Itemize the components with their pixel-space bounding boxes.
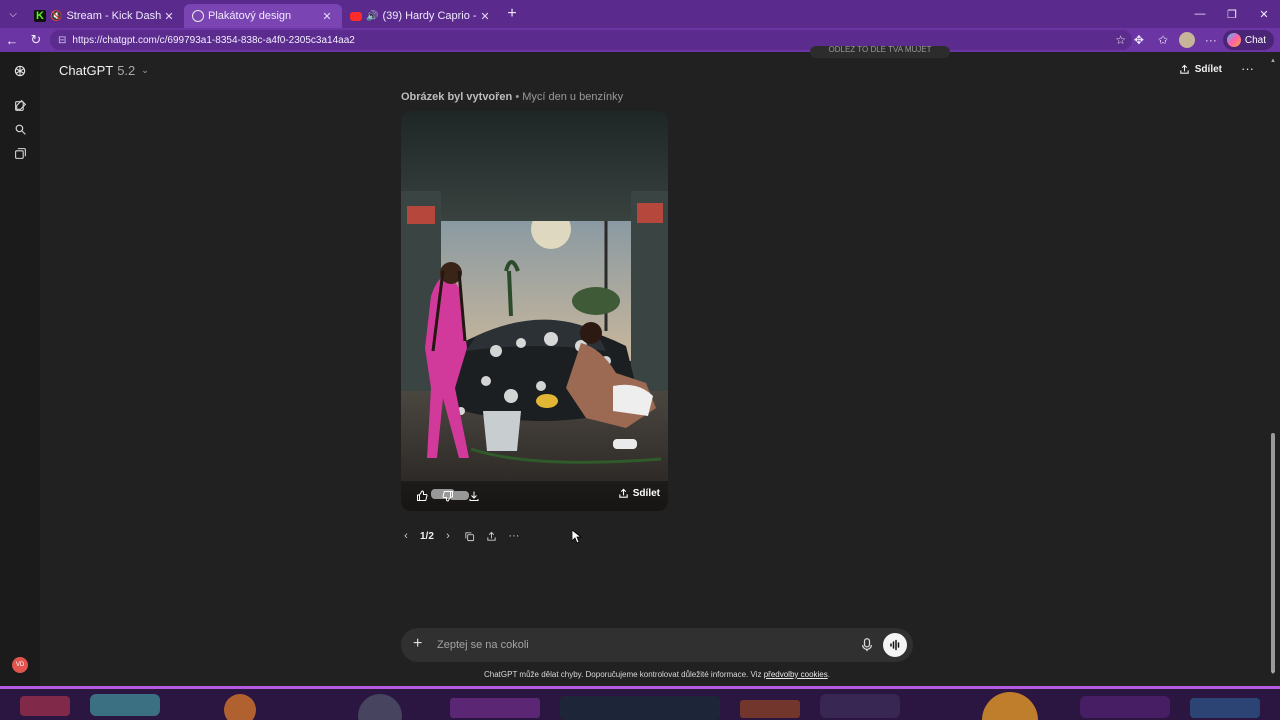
generated-image[interactable]: Sdílet [401,111,668,511]
chatgpt-favicon-icon [192,10,204,22]
chat-header: ODLEŽ TO DLE TVA MUJET ChatGPT 5.2 ⌄ Sdí… [40,46,1266,90]
tab-plakatovy-design[interactable]: Plakátový design ✕ [184,4,342,28]
waveform-icon [890,639,900,651]
search-icon[interactable] [12,121,28,137]
url-field[interactable]: ⊟ https://chatgpt.com/c/699793a1-8354-83… [50,30,1132,50]
share-upload-icon [619,488,628,498]
download-icon[interactable] [461,485,487,507]
message-composer[interactable]: + Zeptej se na cokoli [401,628,913,662]
previous-message-pill: ODLEŽ TO DLE TVA MUJET [810,46,950,58]
image-action-bar: Sdílet [401,481,668,511]
kick-favicon-icon: K [34,10,46,22]
back-arrow-icon[interactable]: ← [0,28,24,52]
share-button[interactable]: Sdílet [1179,64,1222,75]
desktop-wallpaper [0,686,1280,720]
favorites-icon[interactable]: ✩ [1151,33,1175,47]
copilot-label: Chat [1244,34,1266,46]
tab-kick-dashboard[interactable]: K 🔇 Stream - Kick Dashboard ✕ [26,4,184,28]
new-tab-plus-icon[interactable]: + [500,5,524,23]
model-version: 5.2 [117,63,136,78]
openai-logo-icon[interactable] [12,63,28,79]
tab-label: (39) Hardy Caprio - Best Life ( [382,10,478,22]
cookie-preferences-link[interactable]: předvolby cookies [764,670,828,679]
next-chevron-icon[interactable]: › [440,528,456,544]
microphone-icon[interactable] [859,636,875,654]
scrollbar-thumb[interactable] [1271,433,1275,673]
toolbar-extensions: ✥ ✩ ··· Chat [1127,28,1280,52]
chevron-down-icon: ⌄ [141,65,149,75]
image-share-button[interactable]: Sdílet [618,488,660,499]
share-upload-icon [1180,64,1189,74]
disclaimer-period: . [827,670,830,679]
browser-tab-bar: ⌵ K 🔇 Stream - Kick Dashboard ✕ Plakátov… [0,0,1280,28]
tab-label: Stream - Kick Dashboard [66,10,162,22]
more-actions-icon[interactable]: ··· [506,528,522,544]
disclaimer-text: ChatGPT může dělat chyby. Doporučujeme k… [0,670,1280,679]
image-share-label: Sdílet [632,488,660,499]
sidebar-rail: VD [0,52,40,686]
library-images-icon[interactable] [12,145,28,161]
address-toolbar: ← ↻ ⊟ https://chatgpt.com/c/699793a1-835… [0,28,1280,52]
more-options-icon[interactable]: ··· [1241,61,1254,76]
caption-status: Obrázek byl vytvořen [401,91,513,103]
share-icon[interactable] [484,528,500,544]
window-controls: — ❐ ✕ [1184,0,1280,28]
close-window-icon[interactable]: ✕ [1248,0,1280,28]
image-caption: Obrázek byl vytvořen • Mycí den u benzín… [401,91,623,103]
add-attachment-icon[interactable]: + [413,635,422,653]
tab-close-icon[interactable]: ✕ [320,10,334,23]
thumbs-up-icon[interactable] [409,485,435,507]
minimize-icon[interactable]: — [1184,0,1216,28]
profile-avatar[interactable] [1178,32,1195,48]
tab-youtube-hardy-caprio[interactable]: 🔊 (39) Hardy Caprio - Best Life ( ✕ [342,4,500,28]
voice-mode-button[interactable] [883,633,907,657]
favorite-star-icon[interactable]: ☆ [1115,33,1126,47]
disclaimer-body: ChatGPT může dělat chyby. Doporučujeme k… [484,670,764,679]
restore-icon[interactable]: ❐ [1216,0,1248,28]
composer-input[interactable]: Zeptej se na cokoli [437,639,529,651]
more-menu-icon[interactable]: ··· [1199,33,1223,47]
muted-speaker-icon[interactable]: 🔇 [50,11,62,22]
scroll-up-icon[interactable]: ▲ [1270,58,1276,64]
model-name: ChatGPT [59,63,114,78]
copy-icon[interactable] [462,528,478,544]
page-count: 1/2 [420,530,434,542]
tab-list-chevron-icon[interactable]: ⌵ [0,0,26,28]
url-text: https://chatgpt.com/c/699793a1-8354-838c… [72,34,355,46]
thumbs-down-icon[interactable] [435,485,461,507]
caption-title: • Mycí den u benzínky [512,91,624,103]
refresh-icon[interactable]: ↻ [24,28,48,52]
model-selector[interactable]: ChatGPT 5.2 ⌄ [59,63,149,78]
image-pager: ‹ 1/2 › ··· [398,527,522,545]
tab-close-icon[interactable]: ✕ [478,10,492,23]
copilot-chat-button[interactable]: Chat [1222,30,1274,50]
tab-label: Plakátový design [208,10,292,22]
generated-image-illustration [401,111,668,511]
tab-close-icon[interactable]: ✕ [162,10,176,23]
scroll-down-icon[interactable]: ▼ [1270,670,1276,676]
site-info-icon[interactable]: ⊟ [58,35,66,46]
youtube-favicon-icon [350,11,362,21]
new-chat-icon[interactable] [12,97,28,113]
scrollbar[interactable]: ▲ ▼ [1270,58,1276,676]
speaker-icon[interactable]: 🔊 [366,11,378,22]
previous-chevron-icon[interactable]: ‹ [398,528,414,544]
copilot-logo-icon [1226,33,1241,47]
mouse-cursor-icon [572,530,582,544]
chatgpt-app: VD ODLEŽ TO DLE TVA MUJET ChatGPT 5.2 ⌄ … [0,46,1280,686]
extensions-icon[interactable]: ✥ [1127,33,1151,47]
share-label: Sdílet [1194,64,1222,75]
